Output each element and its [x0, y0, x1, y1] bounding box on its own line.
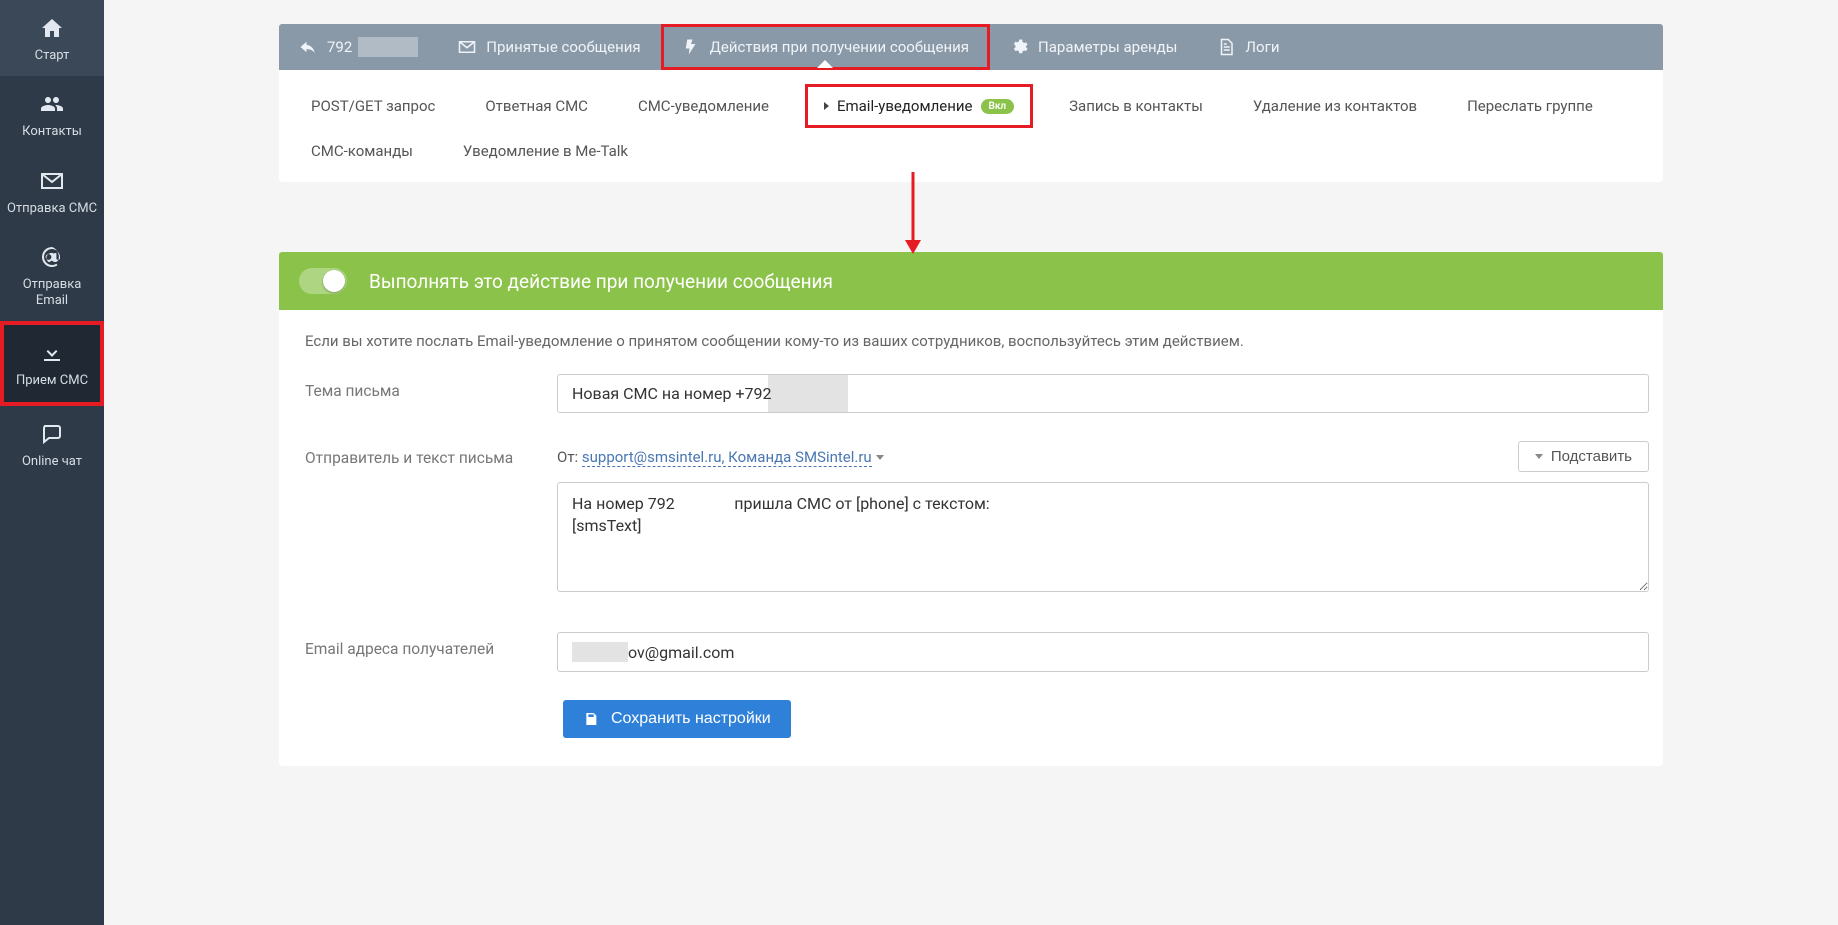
mask-block: [358, 37, 418, 57]
mask-block: [572, 642, 628, 662]
insert-button[interactable]: Подставить: [1518, 441, 1649, 472]
sub-tab-write-contacts[interactable]: Запись в контакты: [1055, 89, 1217, 123]
from-line: От: support@smsintel.ru, Команда SMSinte…: [557, 448, 884, 466]
button-row: Сохранить настройки: [299, 700, 1649, 738]
sub-tab-delete-contacts[interactable]: Удаление из контактов: [1239, 89, 1431, 123]
sub-tab-forward-group[interactable]: Переслать группе: [1453, 89, 1607, 123]
sub-tab-sms-notify[interactable]: СМС-уведомление: [624, 89, 783, 123]
top-nav-rent-params[interactable]: Параметры аренды: [990, 24, 1197, 70]
sub-tabs: POST/GET запрос Ответная СМС СМС-уведомл…: [297, 84, 1645, 168]
from-link[interactable]: support@smsintel.ru, Команда SMSintel.ru: [582, 448, 872, 467]
arrow-annotation: [279, 182, 1663, 252]
caret-right-icon: [824, 102, 829, 110]
sidebar-item-start[interactable]: Старт: [0, 0, 104, 76]
body-textarea[interactable]: [557, 482, 1649, 592]
reply-icon: [299, 38, 317, 56]
save-button-label: Сохранить настройки: [611, 710, 771, 728]
caret-down-icon: [1535, 454, 1543, 459]
gear-icon: [1010, 38, 1028, 56]
row-sender-body: Отправитель и текст письма От: support@s…: [299, 441, 1649, 596]
top-nav-label: Логи: [1245, 38, 1279, 56]
top-nav-label: Действия при получении сообщения: [710, 38, 969, 56]
switch-knob: [323, 270, 345, 292]
main-content: 792 Принятые сообщения Действия при полу…: [104, 0, 1838, 925]
toggle-label: Выполнять это действие при получении соо…: [369, 270, 833, 293]
envelope-icon: [458, 38, 476, 56]
chat-icon: [38, 420, 66, 448]
top-nav: 792 Принятые сообщения Действия при полу…: [279, 24, 1663, 70]
recipients-input[interactable]: ov@gmail.com: [557, 632, 1649, 672]
highlight-email-tab: Email-уведомление Вкл: [805, 84, 1033, 128]
sidebar-item-label: Отправка Email: [6, 277, 98, 310]
top-nav-label: Принятые сообщения: [486, 38, 640, 56]
users-icon: [38, 90, 66, 118]
subject-input[interactable]: [557, 374, 1649, 413]
recipients-label: Email адреса получателей: [299, 632, 557, 658]
top-nav-label: 792: [327, 38, 352, 56]
sidebar-item-label: Старт: [35, 48, 70, 64]
sidebar-item-send-email[interactable]: Отправка Email: [0, 229, 104, 322]
sidebar-item-label: Контакты: [22, 124, 82, 140]
recipients-value: ov@gmail.com: [628, 643, 734, 662]
top-nav-phone[interactable]: 792: [279, 24, 438, 70]
sub-tab-sms-commands[interactable]: СМС-команды: [297, 134, 427, 168]
download-icon: [38, 339, 66, 367]
sidebar: Старт Контакты Отправка СМС Отправка Ema…: [0, 0, 104, 925]
sub-tab-postget[interactable]: POST/GET запрос: [297, 89, 449, 123]
sub-tab-email-notify[interactable]: Email-уведомление Вкл: [810, 89, 1028, 123]
row-subject: Тема письма: [299, 374, 1649, 413]
sidebar-item-receive-sms[interactable]: Прием СМС: [0, 321, 104, 405]
top-nav-logs[interactable]: Логи: [1197, 24, 1299, 70]
file-icon: [1217, 38, 1235, 56]
top-nav-received[interactable]: Принятые сообщения: [438, 24, 660, 70]
sub-tab-label: Email-уведомление: [837, 97, 973, 115]
badge-enabled: Вкл: [981, 99, 1015, 114]
sub-tabs-panel: POST/GET запрос Ответная СМС СМС-уведомл…: [279, 70, 1663, 182]
sidebar-item-online-chat[interactable]: Online чат: [0, 406, 104, 482]
sidebar-item-send-sms[interactable]: Отправка СМС: [0, 153, 104, 229]
enable-switch[interactable]: [299, 268, 347, 294]
envelope-icon: [38, 167, 66, 195]
save-icon: [583, 711, 599, 727]
action-card: Выполнять это действие при получении соо…: [279, 252, 1663, 766]
subject-label: Тема письма: [299, 374, 557, 400]
home-icon: [38, 14, 66, 42]
sidebar-item-label: Online чат: [22, 454, 82, 470]
save-button[interactable]: Сохранить настройки: [563, 700, 791, 738]
top-nav-label: Параметры аренды: [1038, 38, 1177, 56]
toggle-bar: Выполнять это действие при получении соо…: [279, 252, 1663, 310]
top-nav-actions[interactable]: Действия при получении сообщения: [661, 24, 990, 70]
insert-button-label: Подставить: [1551, 448, 1632, 465]
sidebar-item-label: Прием СМС: [16, 373, 88, 389]
sub-tab-metalk-notify[interactable]: Уведомление в Me-Talk: [449, 134, 642, 168]
sidebar-item-label: Отправка СМС: [7, 201, 97, 217]
row-recipients: Email адреса получателей ov@gmail.com: [299, 632, 1649, 672]
at-icon: [38, 243, 66, 271]
from-prefix: От:: [557, 448, 582, 466]
sidebar-item-contacts[interactable]: Контакты: [0, 76, 104, 152]
sender-label: Отправитель и текст письма: [299, 441, 557, 467]
bolt-icon: [682, 38, 700, 56]
helper-text: Если вы хотите послать Email-уведомление…: [305, 332, 1649, 350]
sub-tab-reply-sms[interactable]: Ответная СМС: [471, 89, 602, 123]
caret-down-icon: [876, 455, 884, 460]
